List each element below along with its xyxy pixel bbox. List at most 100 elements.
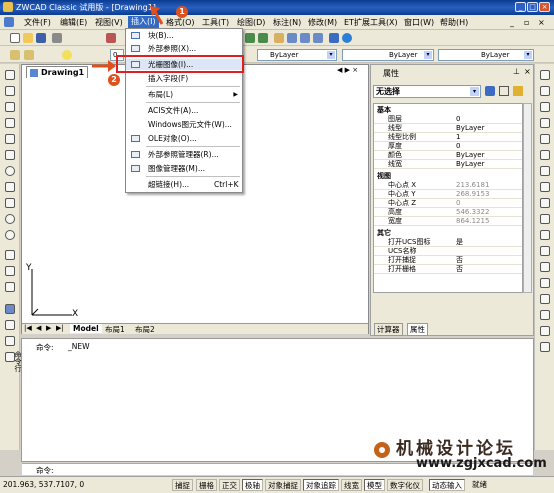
mdi-close-button[interactable]: × [538,18,545,27]
stretch-icon[interactable] [540,198,550,208]
property-row[interactable]: 打开栅格否 [374,265,522,274]
help-icon[interactable] [342,33,352,43]
edit-polyline-icon[interactable] [540,326,550,336]
erase-icon[interactable] [540,70,550,80]
menu-item-layout[interactable]: 布局(L) ▶ [126,89,242,100]
layer-manager-icon[interactable] [10,50,20,60]
ray-icon[interactable] [5,86,15,96]
selection-dropdown[interactable]: 无选择 ▾ [373,85,481,98]
tab-layout1[interactable]: 布局1 [102,324,128,335]
region-icon[interactable] [5,320,15,330]
quick-select-icon[interactable] [513,86,523,96]
menu-et-tools[interactable]: ET扩展工具(X) [344,17,398,28]
status-polar[interactable]: 极轴 [242,479,263,491]
document-tab[interactable]: Drawing1 [26,66,88,78]
property-row[interactable]: UCS名称 [374,247,522,256]
table-icon[interactable] [5,336,15,346]
section-misc[interactable]: 其它 [377,228,391,238]
menu-modify[interactable]: 修改(M) [308,17,337,28]
status-osnap[interactable]: 对象捕捉 [265,479,301,491]
explode-icon[interactable] [540,310,550,320]
move-icon[interactable] [540,150,550,160]
hatch-icon[interactable] [5,304,15,314]
ellipse-arc-icon[interactable] [5,230,15,240]
property-row[interactable]: 中心点 Y 268.9153 [374,190,522,199]
rotate-icon[interactable] [540,166,550,176]
linetype-select[interactable]: ByLayer ▾ [342,49,434,61]
array-icon[interactable] [540,134,550,144]
property-scrollbar[interactable] [523,103,532,293]
property-row[interactable]: 高度 546.3322 [374,208,522,217]
maximize-button[interactable]: □ [527,2,538,12]
close-button[interactable]: × [539,2,550,12]
status-grid[interactable]: 栅格 [196,479,217,491]
property-row[interactable]: 宽度 864.1215 [374,217,522,226]
property-row[interactable]: 中心点 Z0 [374,199,522,208]
tab-calculator[interactable]: 计算器 [374,323,403,336]
menu-item-image-manager[interactable]: 图像管理器(M)... [126,163,242,174]
menu-dimension[interactable]: 标注(N) [273,17,301,28]
color-select[interactable]: ByLayer ▾ [257,49,337,61]
rectangle-icon[interactable] [5,134,15,144]
menu-item-hyperlink[interactable]: 超链接(H)... Ctrl+K [126,179,242,190]
new-icon[interactable] [10,33,20,43]
point-icon[interactable] [5,282,15,292]
close-icon[interactable]: × [524,67,531,76]
break-icon[interactable] [540,246,550,256]
menu-window[interactable]: 窗口(W) [404,17,434,28]
menu-file[interactable]: 文件(F) [24,17,51,28]
menu-tools[interactable]: 工具(T) [202,17,229,28]
make-block-icon[interactable] [5,266,15,276]
ellipse-icon[interactable] [5,214,15,224]
mdi-minimize-button[interactable]: _ [510,18,514,27]
menu-item-ole[interactable]: OLE对象(O)... [126,133,242,144]
zoom-realtime-icon[interactable] [287,33,297,43]
trim-icon[interactable] [540,214,550,224]
tab-nav-prev[interactable]: ◀ [36,324,41,332]
doc-nav-arrows[interactable]: ◀ ▶ × [337,66,358,74]
zoom-window-icon[interactable] [300,33,310,43]
select-objects-icon[interactable] [499,86,509,96]
fillet-icon[interactable] [540,294,550,304]
section-basic[interactable]: 基本 [377,105,391,115]
status-lineweight[interactable]: 线宽 [341,479,362,491]
property-row[interactable]: 线宽 ByLayer [374,160,522,169]
polygon-icon[interactable] [5,118,15,128]
menu-item-acis[interactable]: ACIS文件(A)... [126,105,242,116]
status-snap[interactable]: 捕捉 [172,479,193,491]
save-icon[interactable] [36,33,46,43]
status-otrack[interactable]: 对象追踪 [303,479,339,491]
properties-icon[interactable] [329,33,339,43]
pan-icon[interactable] [274,33,284,43]
spline-icon[interactable] [5,198,15,208]
property-row[interactable]: 颜色 ByLayer [374,151,522,160]
open-icon[interactable] [23,33,33,43]
tab-nav-next[interactable]: ▶ [46,324,51,332]
print-icon[interactable] [52,33,62,43]
zoom-previous-icon[interactable] [313,33,323,43]
menu-help[interactable]: 帮助(H) [440,17,468,28]
menu-draw[interactable]: 绘图(D) [237,17,265,28]
redo-icon[interactable] [258,33,268,43]
property-row[interactable]: 图层 0 [374,115,522,124]
copy-icon[interactable] [540,86,550,96]
status-dynamic-input[interactable]: 动态输入 [429,479,465,491]
property-row[interactable]: 打开UCS图标是 [374,238,522,247]
extend-icon[interactable] [540,230,550,240]
menu-edit[interactable]: 编辑(E) [60,17,87,28]
pin-icon[interactable]: ⊥ [513,67,520,76]
menu-item-xref-manager[interactable]: 外部参照管理器(R)... [126,149,242,160]
property-row[interactable]: 厚度 0 [374,142,522,151]
chamfer-icon[interactable] [540,278,550,288]
join-icon[interactable] [540,262,550,272]
layer-state-icon[interactable] [24,50,34,60]
cloud-icon[interactable] [5,182,15,192]
edit-text-icon[interactable] [540,342,550,352]
tab-nav-first[interactable]: |◀ [24,324,32,332]
status-ortho[interactable]: 正交 [219,479,240,491]
circle-icon[interactable] [5,166,15,176]
property-row[interactable]: 打开捕捉否 [374,256,522,265]
status-model[interactable]: 模型 [364,479,385,491]
insert-block-icon[interactable] [5,250,15,260]
arc-icon[interactable] [5,150,15,160]
